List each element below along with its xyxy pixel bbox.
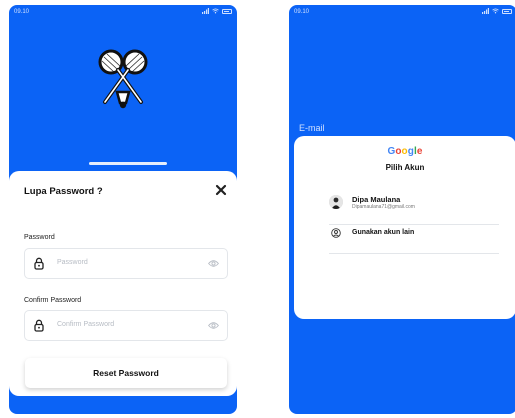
choose-account-screen: 09.10 E-mail Google Pilih Akun Dipa Maul… [289, 5, 515, 414]
confirm-password-placeholder: Confirm Password [57, 321, 115, 328]
reset-password-button[interactable]: Reset Password [25, 358, 227, 388]
confirm-password-label: Confirm Password [24, 297, 82, 304]
google-account-chooser: Google Pilih Akun Dipa Maulana Dipamaula… [294, 136, 515, 319]
use-other-account-label: Gunakan akun lain [352, 229, 415, 236]
wifi-icon [212, 8, 219, 14]
badminton-logo-icon [98, 49, 148, 109]
battery-icon [222, 8, 232, 14]
eye-icon[interactable] [208, 321, 219, 330]
reset-password-screen: 09.10 Lupa Password ? Password Password … [9, 5, 237, 414]
divider [329, 253, 499, 254]
close-icon[interactable] [214, 183, 228, 197]
account-name: Dipa Maulana [352, 195, 401, 204]
account-circle-icon [331, 228, 341, 238]
sheet-title: Lupa Password ? [24, 186, 103, 197]
signal-icon [482, 8, 489, 14]
status-bar: 09.10 [289, 5, 515, 21]
google-wordmark: Google [294, 146, 515, 157]
confirm-password-field[interactable]: Confirm Password [24, 310, 228, 341]
lock-icon [34, 257, 44, 270]
use-other-account-item[interactable]: Gunakan akun lain [329, 226, 499, 246]
password-field[interactable]: Password [24, 248, 228, 279]
status-bar: 09.10 [9, 5, 237, 21]
google-letter: e [416, 146, 423, 157]
password-placeholder: Password [57, 259, 88, 266]
wifi-icon [492, 8, 499, 14]
status-time: 09.10 [14, 9, 30, 15]
avatar [329, 195, 343, 209]
reset-password-sheet: Lupa Password ? Password Password Confir… [9, 171, 237, 396]
sheet-drag-handle[interactable] [89, 162, 167, 165]
account-email: Dipamaulana71@gmail.com [352, 204, 415, 210]
email-label: E-mail [299, 123, 325, 133]
divider [329, 224, 499, 225]
password-label: Password [24, 234, 55, 241]
account-item[interactable]: Dipa Maulana Dipamaulana71@gmail.com [329, 193, 499, 217]
signal-icon [202, 8, 209, 14]
choose-account-title: Pilih Akun [385, 163, 425, 172]
lock-icon [34, 319, 44, 332]
status-time: 09.10 [294, 9, 310, 15]
eye-icon[interactable] [208, 259, 219, 268]
battery-icon [502, 8, 512, 14]
